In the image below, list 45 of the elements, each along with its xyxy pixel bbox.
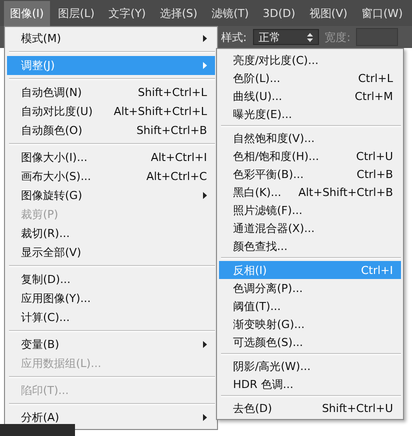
width-label: 宽度: [324,30,350,44]
menu-item[interactable]: 亮度/对比度(C)... [219,51,401,69]
menu-item[interactable]: 应用图像(Y)... [7,289,215,308]
menu-item[interactable]: 自然饱和度(V)... [219,129,401,147]
menu-item[interactable]: 色阶(L)... Ctrl+L [219,69,401,87]
menu-item[interactable]: 图像大小(I)... Alt+Ctrl+I [7,148,215,167]
menu-bar-item[interactable]: 滤镜(T) [205,0,255,26]
menu-item[interactable]: 渐变映射(G)... [219,315,401,333]
menu-item[interactable]: 曲线(U)... Ctrl+M [219,87,401,105]
menu-item[interactable]: 黑白(K)... Alt+Shift+Ctrl+B [219,183,401,201]
menu-item[interactable]: 变量(B) [7,335,215,354]
menu-item[interactable]: 裁切(R)... [7,224,215,243]
menu-bar-item[interactable]: 图像(I) [4,0,50,26]
menu-item[interactable]: 复制(D)... [7,270,215,289]
menu-item[interactable]: 阈值(T)... [219,297,401,315]
menu-bar-item[interactable]: 选择(S) [154,0,204,26]
menu-item[interactable]: 自动色调(N) Shift+Ctrl+L [7,83,215,102]
menu-item[interactable]: 阴影/高光(W)... [219,357,401,375]
menu-item[interactable]: 照片滤镜(F)... [219,201,401,219]
menu-item[interactable]: 色彩平衡(B)... Ctrl+B [219,165,401,183]
style-dropdown[interactable]: 正常 [252,29,319,45]
menu-item[interactable]: HDR 色调... [219,375,401,393]
menu-item[interactable]: 自动对比度(U) Alt+Shift+Ctrl+L [7,102,215,121]
menu-item[interactable]: 去色(D) Shift+Ctrl+U [219,399,401,417]
menu-item[interactable]: 曝光度(E)... [219,105,401,123]
menu-item[interactable]: 自动颜色(O) Shift+Ctrl+B [7,121,215,140]
menu-item[interactable]: 通道混合器(X)... [219,219,401,237]
style-label: 样式: [221,30,247,44]
spinner-arrows-icon [306,32,313,42]
menu-item[interactable]: 计算(C)... [7,308,215,327]
menu-item[interactable]: 图像旋转(G) [7,186,215,205]
width-field[interactable] [356,28,398,46]
menu-item[interactable]: 色调分离(P)... [219,279,401,297]
menu-item[interactable]: 画布大小(S)... Alt+Ctrl+C [7,167,215,186]
menu-item[interactable]: 模式(M) [7,29,215,48]
menu-bar-item[interactable]: 视图(V) [303,0,354,26]
menu-bar-item[interactable]: 3D(D) [256,2,302,24]
menu-item[interactable]: 可选颜色(S)... [219,333,401,351]
menu-bar-item[interactable]: 窗口(W) [355,0,409,26]
menu-item[interactable]: 显示全部(V) [7,243,215,262]
menu-item[interactable]: 色相/饱和度(H)... Ctrl+U [219,147,401,165]
menu-bar-item[interactable]: 图层(L) [52,0,101,26]
menu-bar-item[interactable]: 文字(Y) [102,0,152,26]
menu-item[interactable]: 颜色查找... [219,237,401,255]
menu-item[interactable]: 分析(A) [7,408,215,427]
